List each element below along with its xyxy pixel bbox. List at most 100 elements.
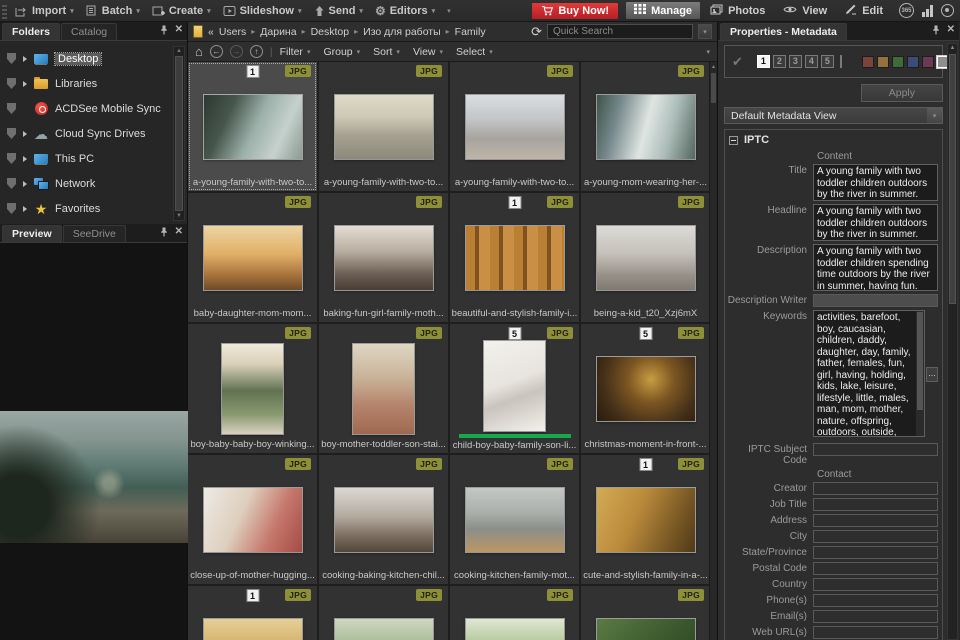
rating-3-button[interactable]: 3 bbox=[788, 55, 802, 68]
description-writer-input[interactable] bbox=[813, 294, 938, 307]
thumbnail-image[interactable] bbox=[203, 488, 302, 552]
thumbnail-cell[interactable]: 5 JPG child-boy-baby-family-son-li... bbox=[450, 324, 579, 453]
color-label-3[interactable] bbox=[891, 55, 904, 68]
acdsee-365-icon[interactable]: 365 bbox=[899, 3, 914, 18]
mode-manage[interactable]: Manage bbox=[626, 2, 701, 19]
grid-scrollbar[interactable]: ▲ bbox=[709, 62, 717, 640]
up-icon[interactable]: ↑ bbox=[249, 45, 263, 58]
keywords-scrollbar[interactable] bbox=[916, 311, 924, 436]
thumbnail-cell[interactable]: 5 JPG christmas-moment-in-front-... bbox=[581, 324, 710, 453]
scroll-down-icon[interactable]: ▼ bbox=[174, 213, 184, 219]
menu-send[interactable]: Send ▾ bbox=[314, 5, 363, 17]
metadata-view-selector[interactable]: Default Metadata View ▾ bbox=[724, 107, 943, 124]
back-icon[interactable]: ← bbox=[209, 45, 223, 58]
creator-input[interactable] bbox=[813, 482, 938, 495]
menu-filter[interactable]: Filter ▾ bbox=[280, 46, 311, 58]
breadcrumb-item[interactable]: Изо для работы bbox=[363, 26, 441, 38]
color-label-4[interactable] bbox=[906, 55, 919, 68]
toolbar-overflow-icon[interactable]: ▾ bbox=[706, 48, 710, 56]
thumbnail-image[interactable] bbox=[203, 619, 302, 640]
breadcrumb-item[interactable]: Desktop bbox=[311, 26, 350, 38]
thumbnail-cell[interactable]: JPG baking-fun-girl-family-moth... bbox=[319, 193, 448, 322]
rating-2-button[interactable]: 2 bbox=[772, 55, 786, 68]
thumbnail-image[interactable] bbox=[203, 226, 302, 290]
apply-button[interactable]: Apply bbox=[860, 84, 943, 102]
mode-view[interactable]: View bbox=[775, 3, 835, 19]
thumbnail-cell[interactable]: JPG bbox=[581, 586, 710, 640]
menu-view[interactable]: View ▾ bbox=[413, 46, 443, 58]
color-label-2[interactable] bbox=[876, 55, 889, 68]
tree-item-favorites[interactable]: ★ Favorites bbox=[4, 196, 171, 221]
expand-arrow-icon[interactable] bbox=[23, 80, 27, 87]
color-label-1[interactable] bbox=[861, 55, 874, 68]
tree-scrollbar[interactable]: ▲ ▼ bbox=[173, 46, 185, 221]
thumbnail-cell[interactable]: JPG bbox=[450, 586, 579, 640]
thumbnail-cell[interactable]: 1 JPG cute-and-stylish-family-in-a-... bbox=[581, 455, 710, 584]
tab-preview[interactable]: Preview bbox=[2, 225, 62, 242]
thumbnail-image[interactable] bbox=[596, 488, 695, 552]
toolbar-overflow-icon[interactable]: ▾ bbox=[447, 7, 451, 15]
thumbnail-image[interactable] bbox=[465, 226, 564, 290]
description-input[interactable]: A young family with two toddler children… bbox=[813, 244, 938, 291]
rating-4-button[interactable]: 4 bbox=[804, 55, 818, 68]
clear-rating-button[interactable] bbox=[839, 55, 842, 68]
breadcrumb-item[interactable]: Family bbox=[455, 26, 486, 38]
thumbnail-cell[interactable]: 1 JPG beautiful-and-stylish-family-i... bbox=[450, 193, 579, 322]
menu-sort[interactable]: Sort ▾ bbox=[373, 46, 400, 58]
menu-group[interactable]: Group ▾ bbox=[323, 46, 360, 58]
thumbnail-image[interactable] bbox=[596, 619, 695, 640]
pin-icon[interactable] bbox=[160, 25, 168, 35]
thumbnail-cell[interactable]: 1 JPG bbox=[188, 586, 317, 640]
thumbnail-cell[interactable]: JPG bbox=[319, 586, 448, 640]
menu-slideshow[interactable]: Slideshow ▾ bbox=[223, 5, 302, 17]
phone-s--input[interactable] bbox=[813, 594, 938, 607]
tree-item-acdsee-mobile-sync[interactable]: ACDSee Mobile Sync bbox=[4, 96, 171, 121]
thumbnail-cell[interactable]: JPG cooking-kitchen-family-mot... bbox=[450, 455, 579, 584]
tab-properties-metadata[interactable]: Properties - Metadata bbox=[720, 23, 847, 40]
menu-create[interactable]: Create ▾ bbox=[152, 5, 211, 17]
quick-search-input[interactable]: Quick Search bbox=[547, 24, 693, 39]
tree-item-network[interactable]: Network bbox=[4, 171, 171, 196]
tab-catalog[interactable]: Catalog bbox=[60, 23, 118, 40]
close-panel-icon[interactable]: ✕ bbox=[947, 25, 955, 35]
menu-batch[interactable]: Batch ▾ bbox=[86, 5, 140, 17]
scroll-up-icon[interactable]: ▲ bbox=[174, 48, 184, 54]
activity-bars-icon[interactable] bbox=[922, 4, 933, 17]
thumbnail-cell[interactable]: JPG a-young-family-with-two-to... bbox=[319, 62, 448, 191]
thumbnail-cell[interactable]: JPG cooking-baking-kitchen-chil... bbox=[319, 455, 448, 584]
tag-check-icon[interactable]: ✔ bbox=[732, 54, 743, 70]
expand-arrow-icon[interactable] bbox=[23, 180, 27, 187]
thumbnail-image[interactable] bbox=[334, 226, 433, 290]
country-input[interactable] bbox=[813, 578, 938, 591]
thumbnail-cell[interactable]: JPG a-young-mom-wearing-her-... bbox=[581, 62, 710, 191]
forward-icon[interactable]: → bbox=[229, 45, 243, 58]
breadcrumb-item[interactable]: Дарина bbox=[260, 26, 296, 38]
mode-photos[interactable]: Photos bbox=[702, 2, 773, 20]
tab-folders[interactable]: Folders bbox=[2, 23, 60, 40]
home-icon[interactable]: ⌂ bbox=[195, 45, 203, 58]
mode-edit[interactable]: Edit bbox=[837, 2, 891, 20]
subject-code-input[interactable] bbox=[813, 443, 938, 456]
buy-now-button[interactable]: Buy Now! bbox=[532, 2, 619, 19]
properties-scrollbar[interactable]: ▲ bbox=[947, 43, 958, 640]
quick-search-dropdown[interactable]: ▾ bbox=[698, 24, 712, 39]
thumbnail-image[interactable] bbox=[465, 619, 564, 640]
keywords-more-button[interactable]: ... bbox=[926, 367, 938, 382]
sync-status-icon[interactable] bbox=[941, 4, 954, 17]
thumbnail-image[interactable] bbox=[465, 488, 564, 552]
thumbnail-cell[interactable]: JPG a-young-family-with-two-to... bbox=[450, 62, 579, 191]
breadcrumb-item[interactable]: Users bbox=[219, 26, 246, 38]
expand-arrow-icon[interactable] bbox=[23, 155, 27, 162]
rating-1-button[interactable]: 1 bbox=[756, 55, 770, 68]
state-province-input[interactable] bbox=[813, 546, 938, 559]
color-label-5[interactable] bbox=[921, 55, 934, 68]
toolbar-grip[interactable] bbox=[2, 2, 7, 19]
tree-item-this-pc[interactable]: This PC bbox=[4, 146, 171, 171]
thumbnail-cell[interactable]: JPG baby-daughter-mom-mom... bbox=[188, 193, 317, 322]
scroll-up-icon[interactable]: ▲ bbox=[948, 45, 957, 51]
thumbnail-image[interactable] bbox=[353, 344, 414, 434]
web-url-s--input[interactable] bbox=[813, 626, 938, 639]
menu-select[interactable]: Select ▾ bbox=[456, 46, 493, 58]
thumbnail-cell[interactable]: JPG boy-baby-baby-boy-winking... bbox=[188, 324, 317, 453]
expand-arrow-icon[interactable] bbox=[23, 205, 27, 212]
